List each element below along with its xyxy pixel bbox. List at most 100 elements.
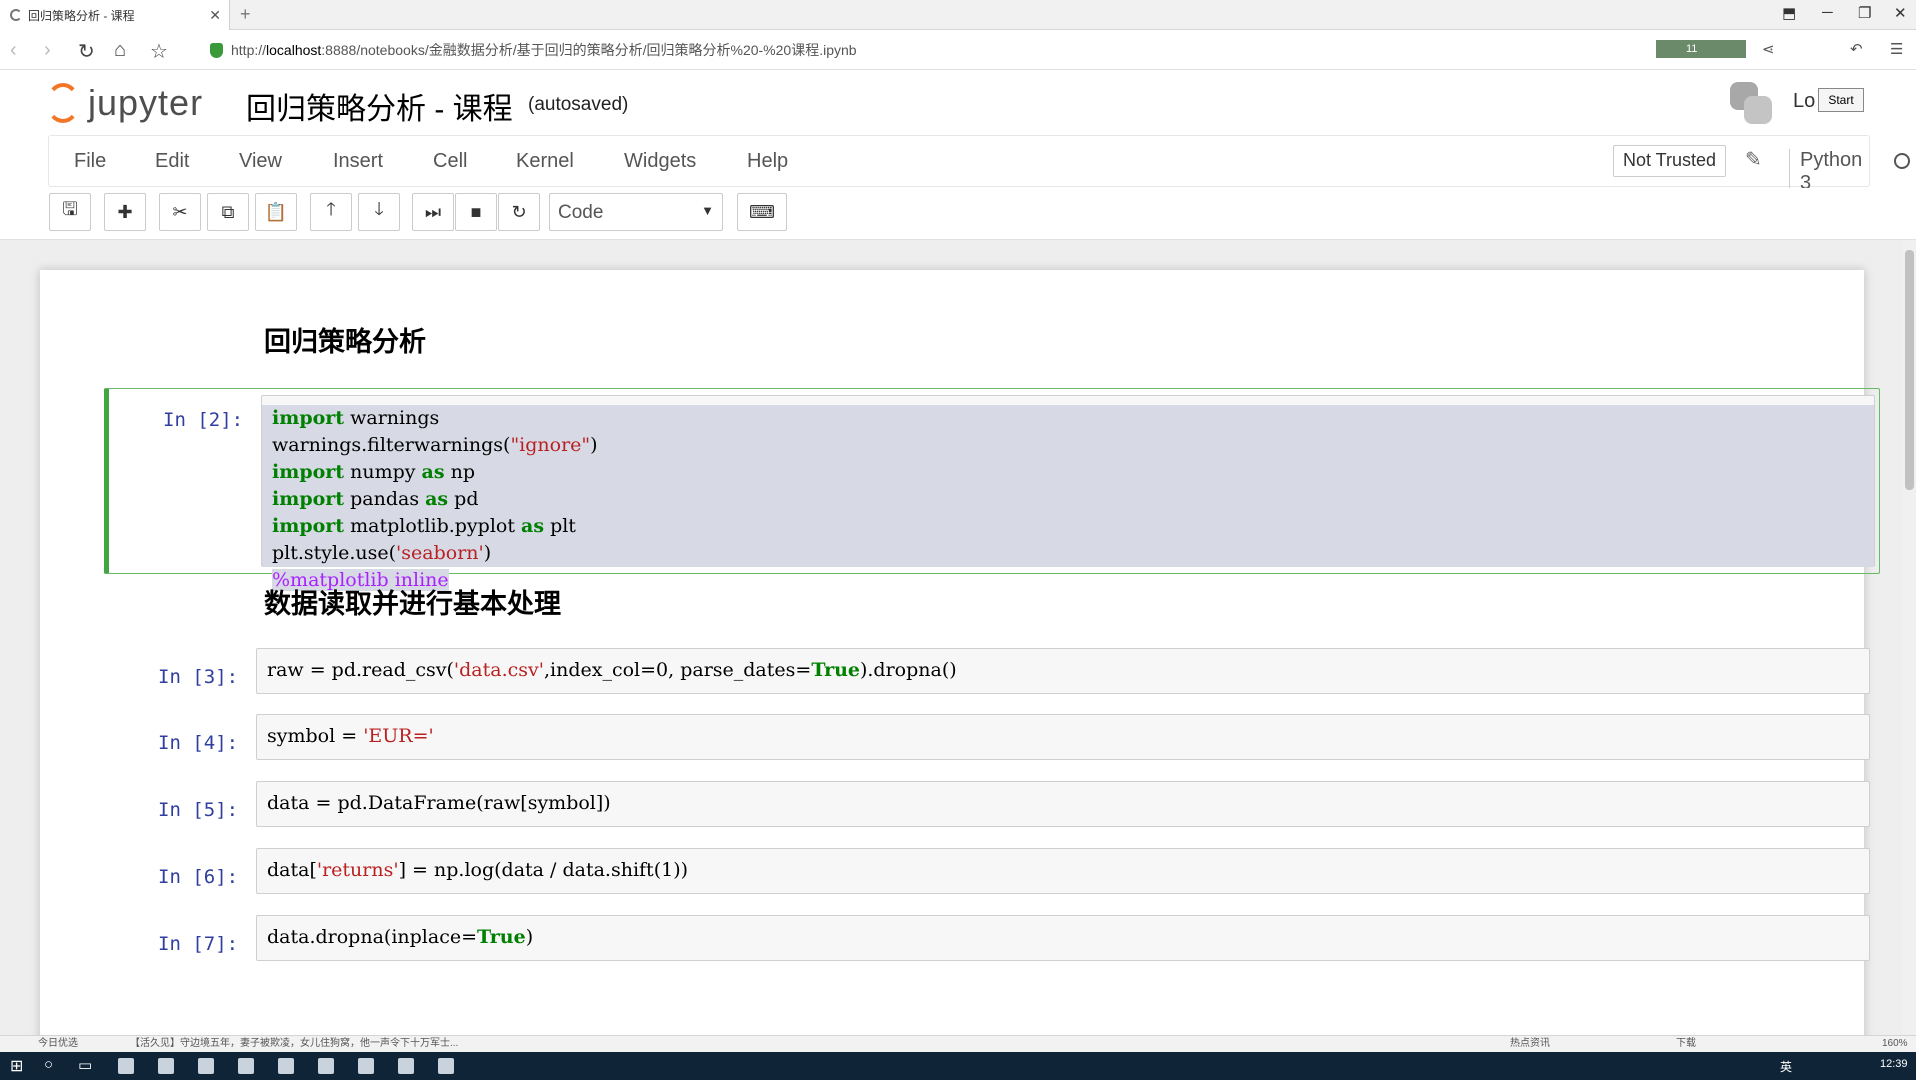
close-window-icon[interactable]: ✕ — [1894, 4, 1907, 22]
code-line: warnings.filterwarnings("ignore") — [262, 432, 1874, 459]
code-input[interactable]: symbol = 'EUR=' — [256, 714, 1870, 760]
task-view-icon[interactable]: ▭ — [78, 1056, 92, 1074]
app-icon[interactable] — [438, 1058, 454, 1074]
zoom-level[interactable]: 160% — [1882, 1036, 1908, 1052]
insert-cell-button[interactable]: ✚ — [104, 193, 146, 231]
app-icon[interactable] — [238, 1058, 254, 1074]
step-forward-icon: ⏭ — [424, 201, 442, 222]
windows-start-icon[interactable]: ⊞ — [10, 1056, 23, 1076]
arrow-up-icon: 🡑 — [326, 199, 336, 219]
menu-view[interactable]: View — [239, 150, 282, 173]
code-line: data.dropna(inplace=True) — [267, 926, 534, 948]
code-input[interactable]: raw = pd.read_csv('data.csv',index_col=0… — [256, 648, 1870, 694]
code-cell[interactable]: In [4]: symbol = 'EUR=' — [104, 714, 1880, 764]
run-button[interactable]: ⏭ — [412, 193, 454, 231]
code-cell[interactable]: In [5]: data = pd.DataFrame(raw[symbol]) — [104, 781, 1880, 831]
minimize-icon[interactable]: ─ — [1822, 4, 1833, 21]
url-field[interactable]: http://localhost:8888/notebooks/金融数据分析/基… — [210, 40, 857, 60]
browser-tab[interactable]: 回归策略分析 - 课程 ✕ — [0, 0, 230, 30]
search-icon[interactable]: ○ — [44, 1056, 53, 1073]
restart-button[interactable]: ↻ — [498, 193, 540, 231]
code-cell[interactable]: In [6]: data['returns'] = np.log(data / … — [104, 848, 1880, 898]
copy-icon: ⧉ — [221, 201, 235, 222]
undo-icon[interactable]: ↶ — [1850, 40, 1863, 58]
clock[interactable]: 12:39 — [1880, 1058, 1908, 1070]
plus-icon: ✚ — [117, 201, 133, 222]
extension-badge[interactable]: 11 — [1656, 40, 1746, 58]
browser-app-icon[interactable] — [118, 1058, 134, 1074]
code-input[interactable]: data['returns'] = np.log(data / data.shi… — [256, 848, 1870, 894]
autosave-status: (autosaved) — [528, 94, 629, 115]
edit-pencil-icon[interactable]: ✎ — [1745, 147, 1762, 172]
app-icon[interactable] — [198, 1058, 214, 1074]
code-cell[interactable]: In [2]: import warnings warnings.filterw… — [104, 388, 1880, 591]
copy-button[interactable]: ⧉ — [207, 193, 249, 231]
os-taskbar: ⊞ ○ ▭ 英 12:39 — [0, 1052, 1916, 1080]
bookmark-star-icon[interactable]: ☆ — [150, 39, 168, 64]
code-cell[interactable]: In [3]: raw = pd.read_csv('data.csv',ind… — [104, 648, 1880, 698]
reload-icon[interactable]: ↻ — [78, 39, 95, 64]
scrollbar-thumb[interactable] — [1905, 250, 1914, 490]
menu-help[interactable]: Help — [747, 150, 788, 173]
page-scrollbar[interactable] — [1903, 240, 1916, 1035]
logout-button[interactable]: Lo — [1793, 90, 1815, 113]
news-ticker[interactable]: 【活久见】守边境五年，妻子被欺凌，女儿住狗窝，他一声令下十万军士... — [130, 1036, 458, 1052]
restore-icon[interactable]: ❐ — [1858, 4, 1871, 22]
menubar-container: File Edit View Insert Cell Kernel Widget… — [48, 135, 1910, 195]
cut-button[interactable]: ✂ — [159, 193, 201, 231]
cell-type-select[interactable]: Code ▼ — [549, 193, 723, 231]
menu-edit[interactable]: Edit — [155, 150, 189, 173]
today-picks[interactable]: 今日优选 — [38, 1036, 78, 1052]
code-input[interactable]: import warnings warnings.filterwarnings(… — [261, 395, 1875, 591]
wardrobe-icon[interactable]: ⬒ — [1782, 4, 1796, 22]
forward-icon[interactable]: › — [44, 39, 51, 62]
menu-cell[interactable]: Cell — [433, 150, 467, 173]
app-icon[interactable] — [358, 1058, 374, 1074]
downloads[interactable]: 下载 — [1676, 1036, 1696, 1052]
app-icon[interactable] — [278, 1058, 294, 1074]
code-input[interactable]: data.dropna(inplace=True) — [256, 915, 1870, 961]
menu-icon[interactable]: ☰ — [1890, 40, 1903, 58]
tab-title: 回归策略分析 - 课程 — [28, 8, 135, 23]
not-trusted-button[interactable]: Not Trusted — [1613, 145, 1727, 177]
save-button[interactable]: 🖫 — [49, 193, 91, 231]
jupyter-orbit-icon — [46, 83, 80, 123]
explorer-app-icon[interactable] — [158, 1058, 174, 1074]
ime-indicator[interactable]: 英 — [1780, 1058, 1792, 1075]
notebook-title[interactable]: 回归策略分析 - 课程 — [246, 84, 513, 128]
menu-insert[interactable]: Insert — [333, 150, 383, 173]
loading-icon — [10, 9, 22, 21]
interrupt-button[interactable]: ■ — [455, 193, 497, 231]
move-up-button[interactable]: 🡑 — [310, 193, 352, 231]
command-palette-button[interactable]: ⌨ — [737, 193, 787, 231]
back-icon[interactable]: ‹ — [10, 39, 17, 62]
hot-news[interactable]: 热点资讯 — [1510, 1036, 1550, 1052]
code-cell[interactable]: In [7]: data.dropna(inplace=True) — [104, 915, 1880, 965]
close-tab-icon[interactable]: ✕ — [209, 7, 221, 24]
move-down-button[interactable]: 🡓 — [358, 193, 400, 231]
share-icon[interactable]: ⋖ — [1762, 40, 1775, 58]
browser-tab-bar: 回归策略分析 - 课程 ✕ + ⬒ ─ ❐ ✕ — [0, 0, 1916, 30]
menu-widgets[interactable]: Widgets — [624, 150, 696, 173]
cell-prompt: In [7]: — [158, 933, 239, 955]
code-input[interactable]: data = pd.DataFrame(raw[symbol]) — [256, 781, 1870, 827]
home-icon[interactable]: ⌂ — [114, 39, 126, 62]
refresh-icon: ↻ — [511, 201, 527, 222]
notebook-page: 回归策略分析 In [2]: import warnings warnings.… — [40, 270, 1880, 1035]
start-button[interactable]: Start — [1818, 88, 1864, 112]
app-icon[interactable] — [318, 1058, 334, 1074]
scissors-icon: ✂ — [172, 201, 188, 222]
address-bar: ‹ › ↻ ⌂ ☆ http://localhost:8888/notebook… — [0, 30, 1916, 70]
cell-prompt: In [4]: — [158, 732, 239, 754]
dropdown-arrow-icon: ▼ — [701, 203, 714, 218]
code-line: import pandas as pd — [262, 486, 1874, 513]
new-tab-icon[interactable]: + — [240, 4, 251, 25]
menu-kernel[interactable]: Kernel — [516, 150, 574, 173]
paste-button[interactable]: 📋 — [255, 193, 297, 231]
jupyter-logo[interactable]: jupyter — [46, 82, 203, 124]
app-icon[interactable] — [398, 1058, 414, 1074]
code-line: import matplotlib.pyplot as plt — [262, 513, 1874, 540]
markdown-heading-1: 回归策略分析 — [264, 327, 426, 357]
menu-file[interactable]: File — [74, 150, 106, 173]
code-line: import numpy as np — [262, 459, 1874, 486]
